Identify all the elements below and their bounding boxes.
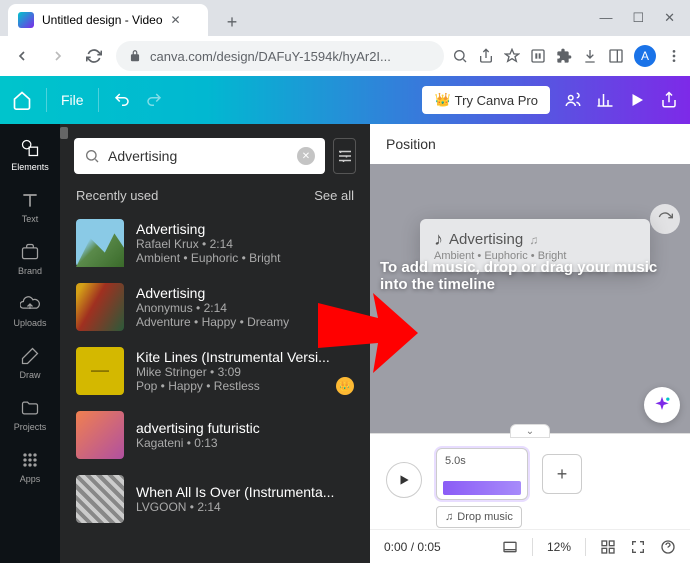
timeline-clip[interactable]: 5.0s [436, 448, 528, 500]
annotation-arrow-icon [318, 283, 418, 373]
window-controls: — ☐ ✕ [584, 0, 690, 36]
track-thumbnail [76, 283, 124, 331]
playback-time: 0:00 / 0:05 [384, 540, 441, 554]
back-button[interactable] [8, 42, 36, 70]
audio-waveform [443, 481, 521, 495]
rail-text[interactable]: Text [20, 190, 40, 224]
help-icon[interactable] [660, 539, 676, 555]
rail-projects[interactable]: Projects [14, 398, 47, 432]
star-icon[interactable] [504, 48, 520, 64]
track-thumbnail: ▬▬▬ [76, 347, 124, 395]
track-item[interactable]: Advertising Rafael Krux • 2:14 Ambient •… [60, 211, 370, 275]
sidebar-icon[interactable] [608, 48, 624, 64]
reload-button[interactable] [80, 42, 108, 70]
scroll-handle[interactable] [60, 127, 68, 139]
track-item[interactable]: advertising futuristic Kagateni • 0:13 [60, 403, 370, 467]
track-thumbnail [76, 219, 124, 267]
new-tab-button[interactable]: + [218, 8, 246, 36]
download-icon[interactable] [582, 48, 598, 64]
add-clip-button[interactable]: + [542, 454, 582, 494]
rail-elements[interactable]: Elements [11, 138, 49, 172]
avatar[interactable]: A [634, 45, 656, 67]
pro-badge-icon: 👑 [336, 377, 354, 395]
collaborators-icon[interactable] [564, 90, 582, 110]
search-icon [84, 148, 100, 164]
timeline: ⌄ 5.0s ♫Drop music + 0:00 / 0:05 12% [370, 433, 690, 563]
file-menu[interactable]: File [61, 92, 84, 108]
canvas-stage[interactable]: ♪Advertising ♫ Ambient • Euphoric • Brig… [370, 164, 690, 433]
crown-icon: 👑 [434, 92, 450, 108]
share-button-icon[interactable] [660, 90, 678, 110]
zoom-level[interactable]: 12% [547, 540, 571, 554]
timeline-play-button[interactable] [386, 462, 422, 498]
browser-chrome: — ☐ ✕ Untitled design - Video ✕ + canva.… [0, 0, 690, 76]
app-header: File 👑Try Canva Pro [0, 76, 690, 124]
filter-button[interactable] [333, 138, 356, 174]
url-field[interactable]: canva.com/design/DAFuY-1594k/hyAr2I... [116, 41, 444, 71]
tab-close-icon[interactable]: ✕ [171, 13, 181, 27]
position-button[interactable]: Position [386, 136, 436, 152]
favicon [18, 12, 34, 28]
lock-icon [128, 49, 142, 63]
grid-view-icon[interactable] [600, 539, 616, 555]
collapse-timeline-icon[interactable]: ⌄ [510, 424, 550, 438]
rail-draw[interactable]: Draw [19, 346, 40, 380]
paused-icon[interactable] [530, 48, 546, 64]
rail-brand[interactable]: Brand [18, 242, 42, 276]
left-rail: Elements Text Brand Uploads Draw Project… [0, 124, 60, 563]
track-item[interactable]: When All Is Over (Instrumenta... LVGOON … [60, 467, 370, 531]
play-icon[interactable] [628, 90, 646, 110]
see-all-link[interactable]: See all [314, 188, 354, 203]
clear-search-icon[interactable]: ✕ [297, 147, 315, 165]
track-thumbnail [76, 411, 124, 459]
fullscreen-icon[interactable] [630, 539, 646, 555]
drop-hint: To add music, drop or drag your music in… [380, 259, 680, 293]
url-text: canva.com/design/DAFuY-1594k/hyAr2I... [150, 49, 391, 64]
regenerate-icon[interactable] [650, 204, 680, 234]
search-icon[interactable] [452, 48, 468, 64]
forward-button[interactable] [44, 42, 72, 70]
undo-icon[interactable] [113, 91, 131, 109]
minimize-icon[interactable]: — [599, 10, 612, 26]
extensions-icon[interactable] [556, 48, 572, 64]
redo-icon[interactable] [145, 91, 163, 109]
drop-music-pill[interactable]: ♫Drop music [436, 506, 522, 528]
menu-icon[interactable] [666, 48, 682, 64]
rail-uploads[interactable]: Uploads [13, 294, 46, 328]
tab-title: Untitled design - Video [42, 13, 163, 27]
analytics-icon[interactable] [596, 90, 614, 110]
share-icon[interactable] [478, 48, 494, 64]
search-input[interactable] [108, 148, 289, 164]
magic-icon[interactable] [644, 387, 680, 423]
section-title: Recently used [76, 188, 158, 203]
search-box[interactable]: ✕ [74, 138, 325, 174]
track-thumbnail [76, 475, 124, 523]
status-bar: 0:00 / 0:05 12% [370, 529, 690, 563]
rail-apps[interactable]: Apps [20, 450, 41, 484]
browser-tab[interactable]: Untitled design - Video ✕ [8, 4, 208, 36]
try-pro-button[interactable]: 👑Try Canva Pro [422, 86, 550, 114]
home-icon[interactable] [12, 90, 32, 110]
maximize-icon[interactable]: ☐ [632, 10, 644, 26]
pages-icon[interactable] [502, 539, 518, 555]
canvas-area: Position ♪Advertising ♫ Ambient • Euphor… [370, 124, 690, 563]
close-icon[interactable]: ✕ [664, 10, 675, 26]
